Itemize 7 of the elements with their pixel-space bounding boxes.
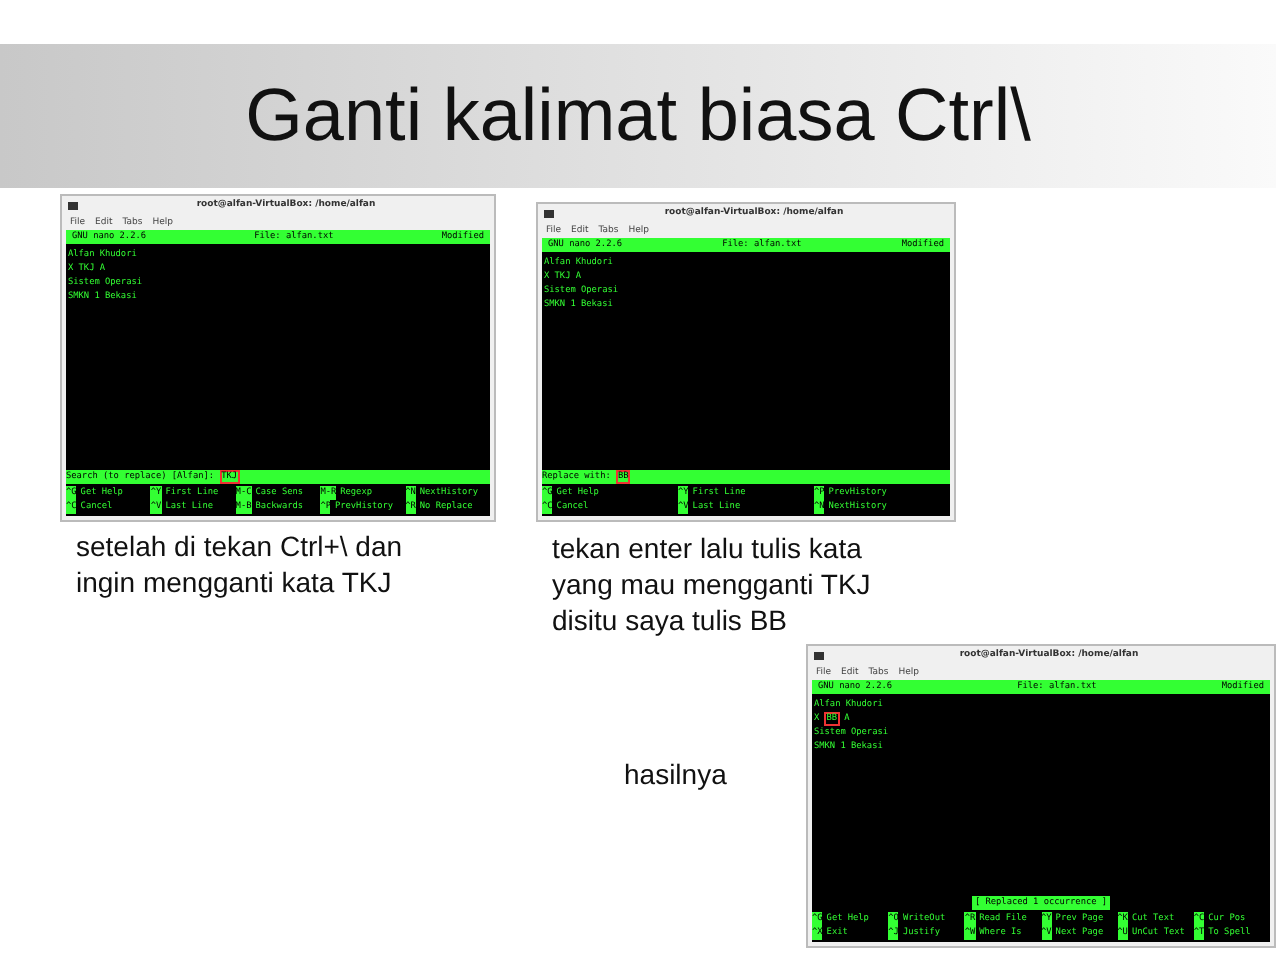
terminal-icon — [68, 201, 78, 209]
slide-title: Ganti kalimat biasa Ctrl\ — [245, 74, 1031, 158]
terminal-icon — [814, 651, 824, 659]
caption: hasilnya — [624, 756, 729, 792]
terminal-icon — [544, 209, 554, 217]
caption: setelah di tekan Ctrl+\ dan ingin mengganti kata TKJ — [76, 528, 405, 600]
caption: tekan enter lalu tulis kata yang mau mengganti TKJ disitu saya tulis BB — [552, 530, 873, 638]
